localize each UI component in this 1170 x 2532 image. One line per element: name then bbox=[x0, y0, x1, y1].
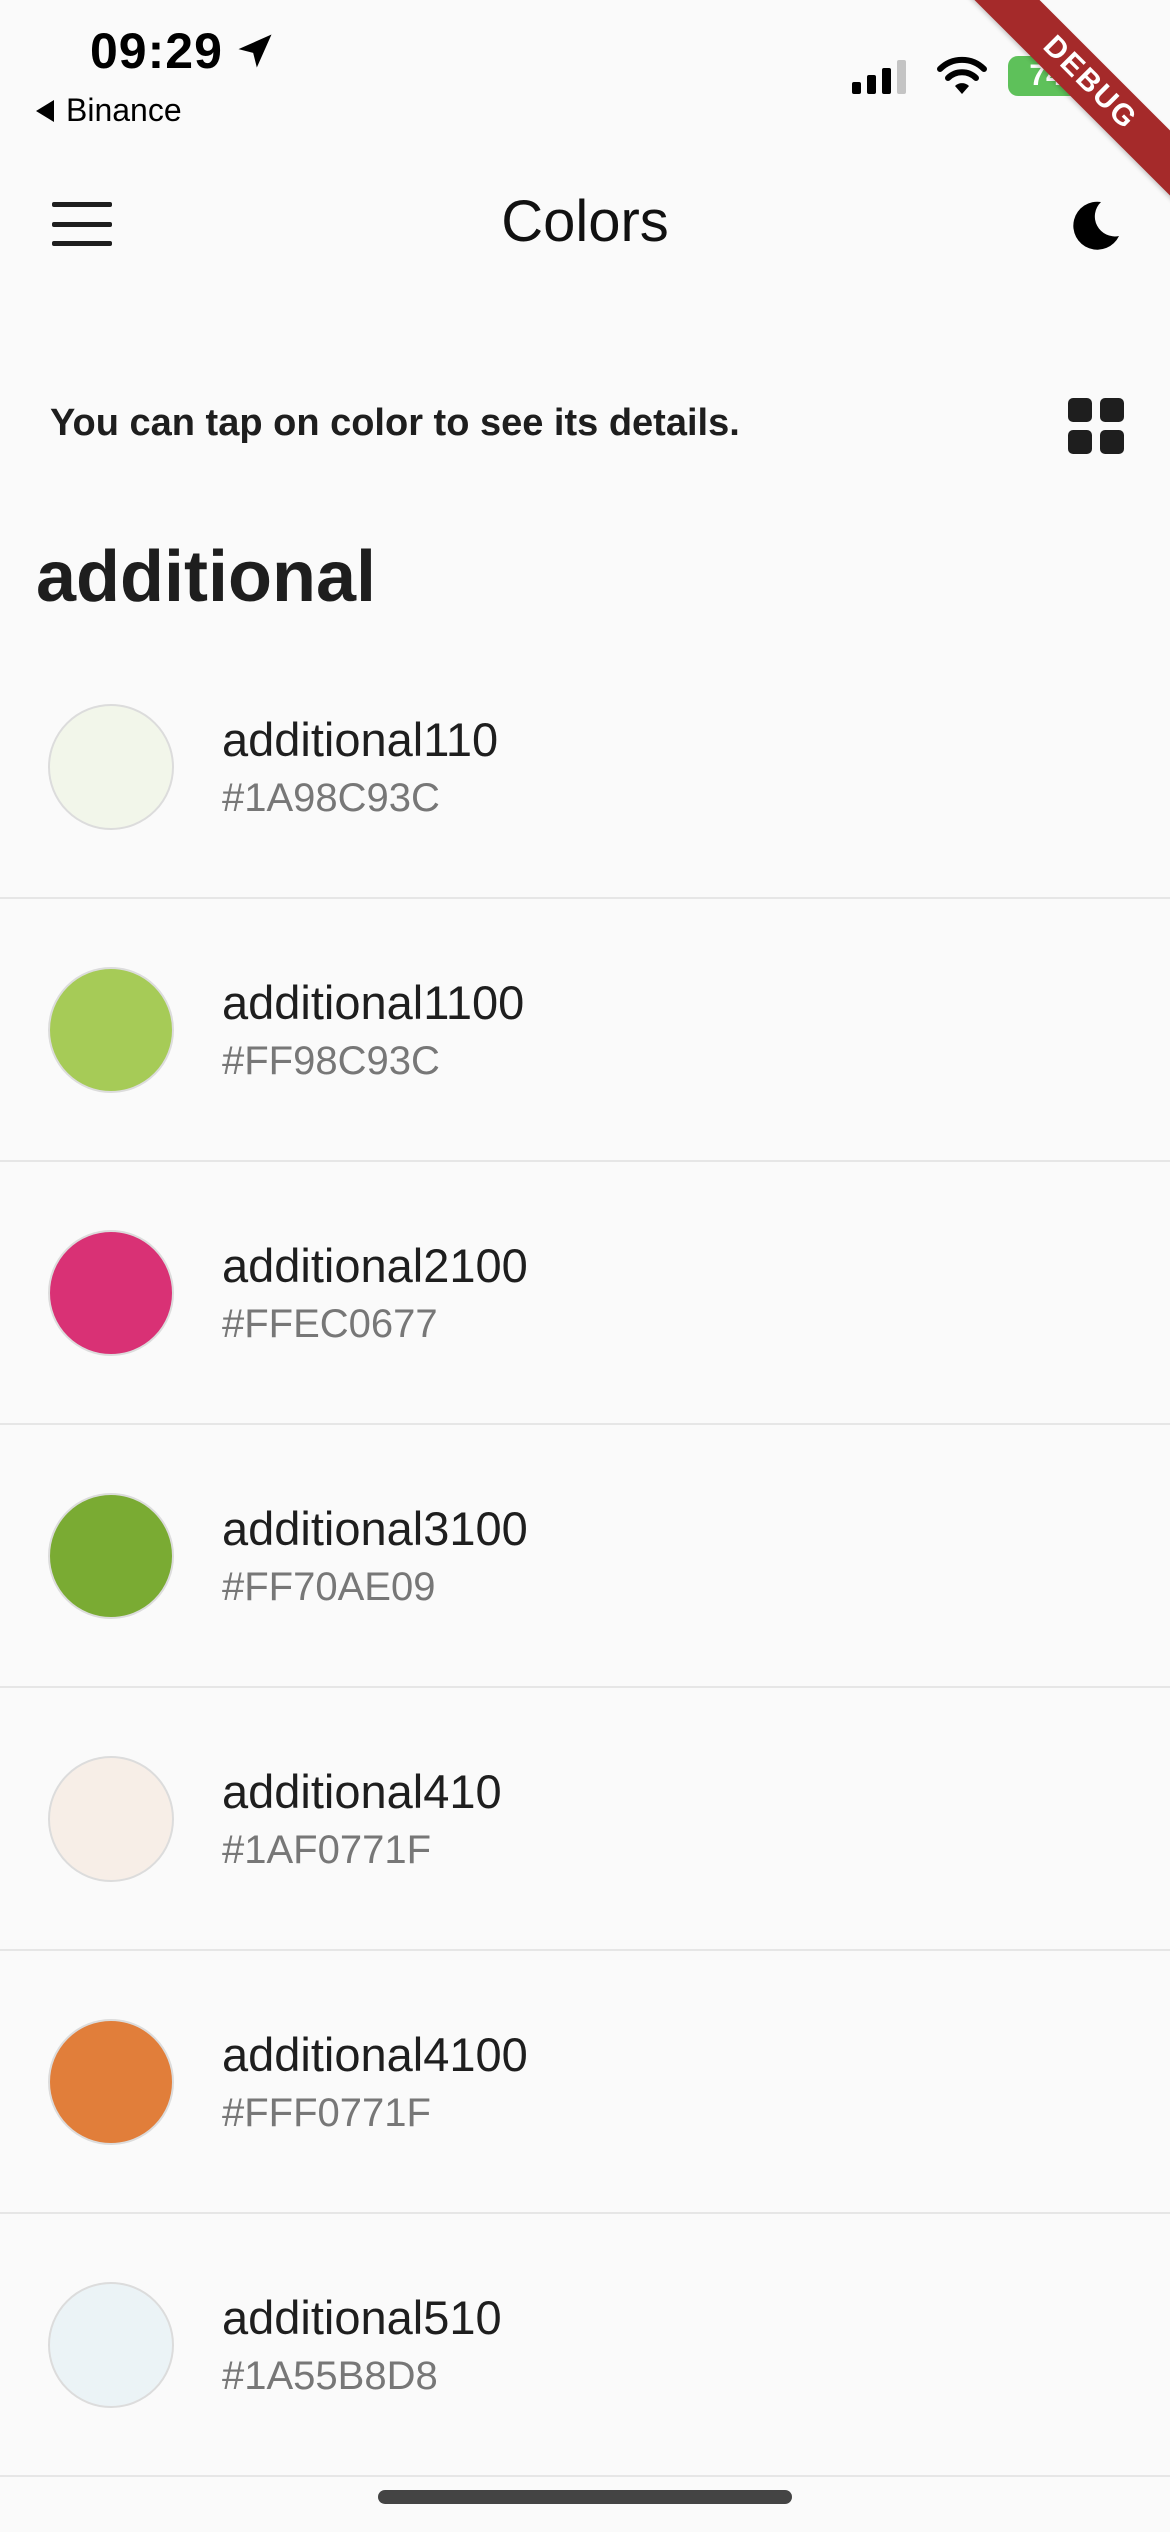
color-name: additional410 bbox=[222, 1765, 502, 1818]
wifi-icon bbox=[937, 56, 987, 94]
color-name: additional2100 bbox=[222, 1239, 528, 1292]
page-title: Colors bbox=[501, 189, 669, 254]
color-hex: #FF98C93C bbox=[222, 1039, 440, 1083]
color-name: additional110 bbox=[222, 713, 499, 766]
grid-view-icon[interactable] bbox=[1068, 398, 1124, 454]
color-hex: #FF70AE09 bbox=[222, 1565, 436, 1609]
color-name: additional510 bbox=[222, 2291, 502, 2344]
color-swatch bbox=[48, 1493, 174, 1619]
color-name: additional3100 bbox=[222, 1502, 528, 1555]
clock-label: 09:29 bbox=[90, 23, 223, 79]
home-indicator[interactable] bbox=[378, 2490, 792, 2504]
section-title: additional bbox=[36, 537, 376, 617]
list-item[interactable]: additional4100 #FFF0771F bbox=[0, 1951, 1170, 2214]
list-item[interactable]: additional3100 #FF70AE09 bbox=[0, 1425, 1170, 1688]
color-name: additional1100 bbox=[222, 976, 525, 1029]
color-hex: #1A55B8D8 bbox=[222, 2354, 438, 2398]
color-swatch bbox=[48, 2019, 174, 2145]
location-arrow-icon bbox=[238, 34, 272, 68]
color-list: additional110 #1A98C93C additional1100 #… bbox=[0, 636, 1170, 2477]
color-hex: #FFF0771F bbox=[222, 2091, 431, 2135]
list-item[interactable]: additional510 #1A55B8D8 bbox=[0, 2214, 1170, 2477]
color-swatch bbox=[48, 2282, 174, 2408]
hint-text: You can tap on color to see its details. bbox=[50, 402, 740, 444]
moon-icon[interactable] bbox=[1065, 196, 1125, 256]
color-hex: #1A98C93C bbox=[222, 776, 440, 820]
back-triangle-icon bbox=[36, 99, 54, 122]
color-hex: #FFEC0677 bbox=[222, 1302, 438, 1346]
list-item[interactable]: additional410 #1AF0771F bbox=[0, 1688, 1170, 1951]
app-bar: Colors bbox=[0, 160, 1170, 290]
cellular-signal-icon bbox=[852, 60, 906, 94]
color-swatch bbox=[48, 967, 174, 1093]
color-hex: #1AF0771F bbox=[222, 1828, 432, 1872]
color-swatch bbox=[48, 704, 174, 830]
status-bar: 09:29 Binance 74 bbox=[0, 0, 1170, 150]
color-swatch bbox=[48, 1756, 174, 1882]
color-swatch bbox=[48, 1230, 174, 1356]
back-app-label: Binance bbox=[66, 92, 182, 128]
list-item[interactable]: additional1100 #FF98C93C bbox=[0, 899, 1170, 1162]
list-item[interactable]: additional2100 #FFEC0677 bbox=[0, 1162, 1170, 1425]
back-to-app-link[interactable]: Binance bbox=[36, 92, 182, 129]
status-time: 09:29 bbox=[90, 22, 277, 80]
list-item[interactable]: additional110 #1A98C93C bbox=[0, 636, 1170, 899]
color-name: additional4100 bbox=[222, 2028, 528, 2081]
